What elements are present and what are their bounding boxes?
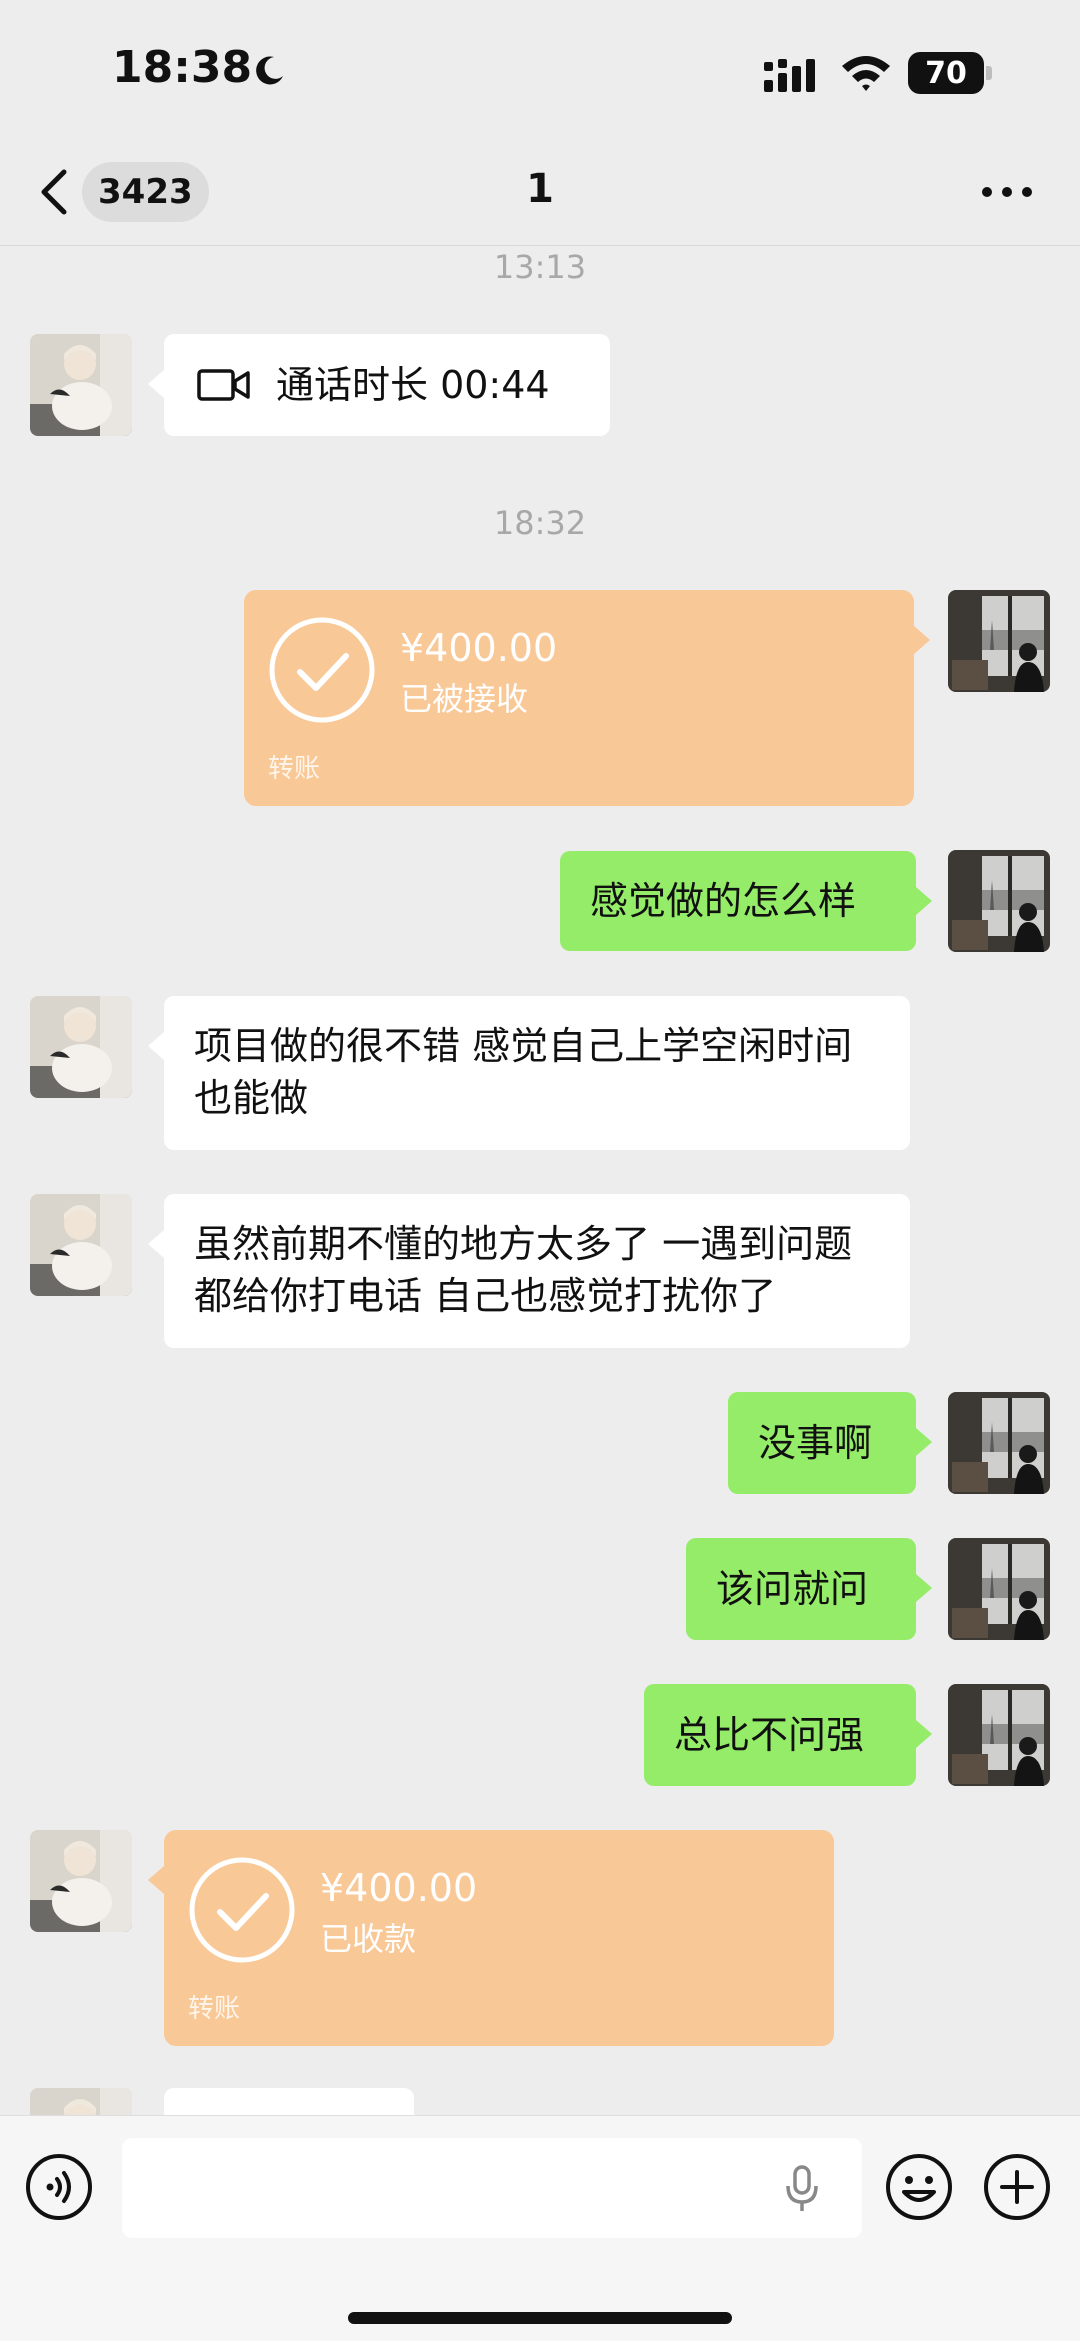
input-bar [0,2115,1080,2341]
contact-avatar[interactable] [30,996,132,1098]
message-bubble-sent[interactable]: 总比不问强 [644,1684,932,1786]
nav-bar: 3423 1 [0,140,1080,246]
wifi-icon [842,56,890,91]
my-avatar[interactable] [948,1392,1050,1494]
transfer-status: 已被接收 [400,680,529,718]
my-avatar[interactable] [948,850,1050,952]
transfer-card-received[interactable]: ¥400.00 已收款 转账 [148,1830,834,2046]
moon-icon [256,56,283,85]
message-text: 虽然前期不懂的地方太多了 一遇到问题都给你打电话 自己也感觉打扰你了 [194,1222,853,1318]
battery-level: 70 [908,52,984,94]
chat-title: 1 [526,166,554,212]
transfer-label: 转账 [188,1994,241,2024]
timestamp: 18:32 [493,504,587,542]
check-icon [269,617,375,723]
message-bubble-received[interactable]: 虽然前期不懂的地方太多了 一遇到问题都给你打电话 自己也感觉打扰你了 [148,1194,910,1348]
unread-count-badge[interactable]: 3423 [82,162,209,222]
transfer-card-sent[interactable]: ¥400.00 已被接收 转账 [244,590,930,806]
message-text: 该问就问 [716,1567,869,1611]
status-bar: 18:38 70 [0,0,1080,140]
message-text: 项目做的很不错 感觉自己上学空闲时间也能做 [194,1024,853,1120]
transfer-amount: ¥400.00 [400,626,558,670]
message-text: 感觉做的怎么样 [590,879,857,923]
call-duration-text: 通话时长 00:44 [276,363,550,407]
transfer-amount: ¥400.00 [320,1866,478,1910]
message-text: 总比不问强 [674,1713,865,1757]
back-icon[interactable] [36,164,72,220]
message-input[interactable] [122,2138,862,2238]
signal-icon [764,59,815,92]
voice-icon[interactable] [24,2152,94,2222]
message-text: 没事啊 [758,1421,873,1465]
more-icon[interactable] [980,182,1034,202]
check-icon [189,1857,295,1963]
contact-avatar[interactable] [30,334,132,436]
transfer-label: 转账 [268,754,321,784]
message-bubble-sent[interactable]: 感觉做的怎么样 [560,851,932,951]
message-bubble-sent[interactable]: 没事啊 [728,1392,932,1494]
contact-avatar[interactable] [30,1194,132,1296]
call-record-bubble[interactable]: 通话时长 00:44 [148,334,610,436]
message-bubble-received[interactable]: 项目做的很不错 感觉自己上学空闲时间也能做 [148,996,910,1150]
timestamp: 13:13 [493,248,587,286]
plus-icon[interactable] [982,2152,1052,2222]
my-avatar[interactable] [948,590,1050,692]
mic-icon[interactable] [782,2164,822,2214]
status-time: 18:38 [112,42,253,93]
my-avatar[interactable] [948,1684,1050,1786]
video-call-icon [197,369,250,401]
home-indicator [348,2312,732,2324]
contact-avatar[interactable] [30,1830,132,1932]
battery-tip [986,66,992,80]
my-avatar[interactable] [948,1538,1050,1640]
chat-screen: 18:38 70 3423 1 13:13 通话时长 00:44 18:32 ¥… [0,0,1080,2341]
battery-indicator: 70 [908,52,992,94]
emoji-icon[interactable] [884,2152,954,2222]
message-bubble-sent[interactable]: 该问就问 [686,1538,932,1640]
transfer-status: 已收款 [320,1920,417,1958]
